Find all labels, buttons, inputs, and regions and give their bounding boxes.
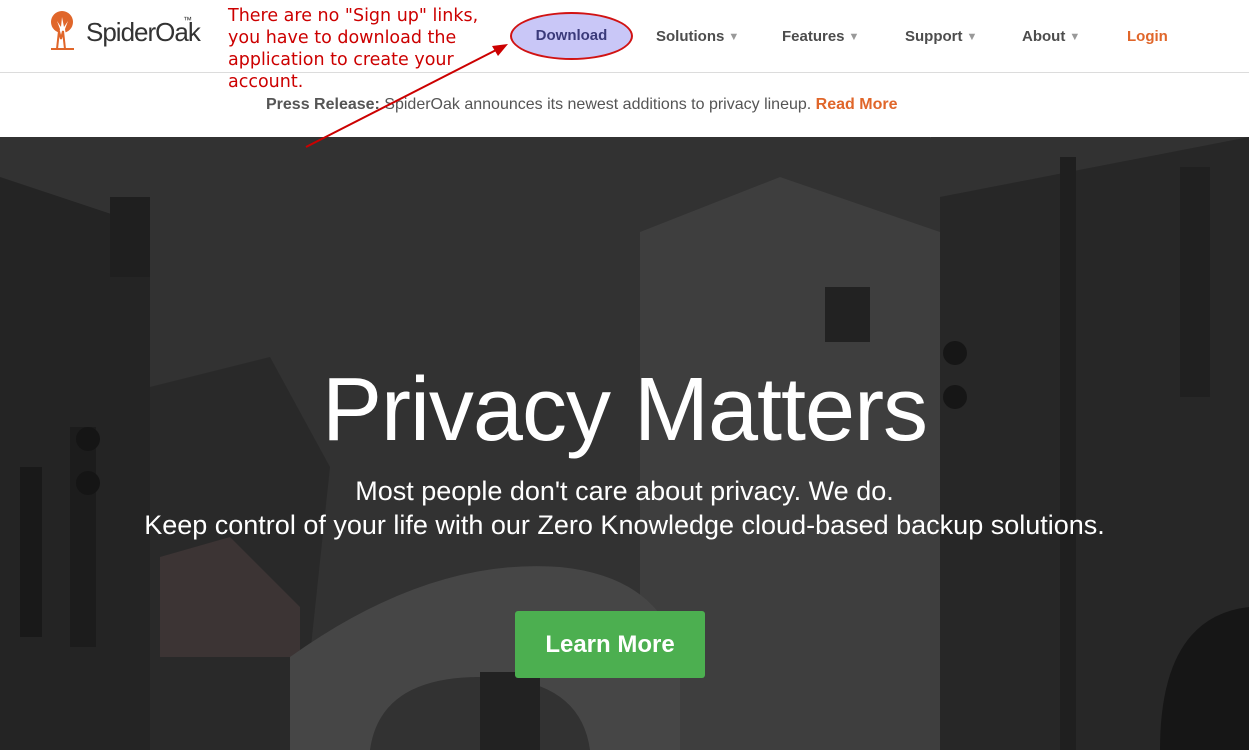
read-more-link[interactable]: Read More xyxy=(816,96,898,113)
nav-support[interactable]: Support ▼ xyxy=(905,28,977,45)
hero-section: Privacy Matters Most people don't care a… xyxy=(0,137,1249,750)
login-link[interactable]: Login xyxy=(1127,28,1168,45)
press-release-text: SpiderOak announces its newest additions… xyxy=(379,96,816,113)
nav-about-label: About xyxy=(1022,28,1066,45)
press-release-label: Press Release: xyxy=(266,96,380,113)
learn-more-button[interactable]: Learn More xyxy=(515,611,705,678)
hero-title: Privacy Matters xyxy=(321,360,928,460)
chevron-down-icon: ▼ xyxy=(1069,31,1081,43)
nav-features[interactable]: Features ▼ xyxy=(782,28,859,45)
chevron-down-icon: ▼ xyxy=(848,31,860,43)
spideroak-logo[interactable]: SpiderOak ™ xyxy=(48,9,201,53)
oak-tree-icon xyxy=(51,11,74,50)
hero-subtitle-2: Keep control of your life with our Zero … xyxy=(144,510,1105,540)
nav-solutions[interactable]: Solutions ▼ xyxy=(656,28,739,45)
chevron-down-icon: ▼ xyxy=(728,31,740,43)
download-nav-button[interactable]: Download xyxy=(510,12,633,60)
chevron-down-icon: ▼ xyxy=(966,31,978,43)
nav-about[interactable]: About ▼ xyxy=(1022,28,1080,45)
trademark-symbol: ™ xyxy=(183,15,192,25)
nav-features-label: Features xyxy=(782,28,845,45)
press-release-line: Press Release: SpiderOak announces its n… xyxy=(266,96,897,114)
hero-subtitle-1: Most people don't care about privacy. We… xyxy=(355,476,894,506)
nav-solutions-label: Solutions xyxy=(656,28,725,45)
site-header: SpiderOak ™ Download Solutions ▼ Features… xyxy=(0,0,1249,73)
nav-support-label: Support xyxy=(905,28,963,45)
annotation-note: There are no "Sign up" links, you have t… xyxy=(228,6,479,92)
